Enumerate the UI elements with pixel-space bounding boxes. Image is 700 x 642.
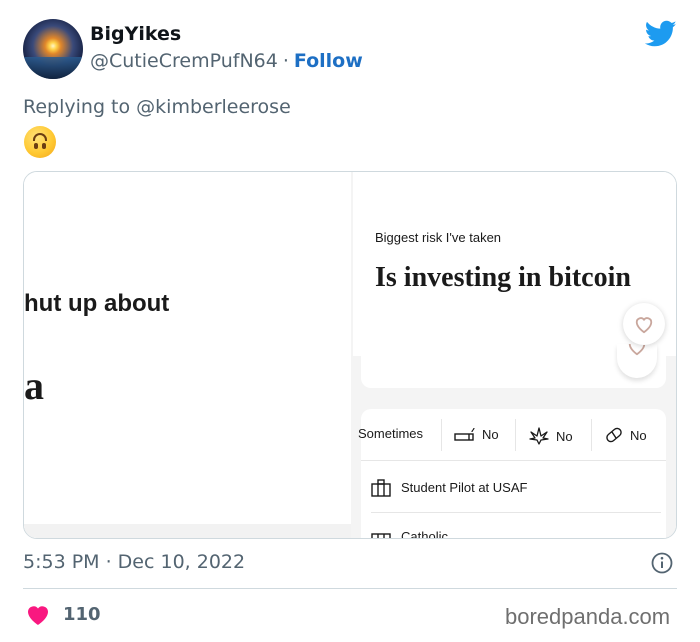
briefcase-icon — [371, 478, 391, 497]
vital-label: No — [630, 427, 647, 443]
separator: · — [282, 50, 289, 72]
vitals-card: Sometimes No No No Student Pilot at USAF… — [358, 409, 666, 539]
left-caption-2: a — [24, 363, 44, 408]
vital-label: No — [482, 426, 499, 442]
vital-separator — [515, 419, 516, 451]
reply-context[interactable]: Replying to @kimberleerose — [23, 96, 291, 118]
like-button — [623, 303, 665, 345]
vital-smoking: No — [454, 426, 499, 442]
handle[interactable]: @CutieCremPufN64 — [90, 50, 278, 72]
handle-row: @CutieCremPufN64 · Follow — [90, 50, 363, 72]
vital-cannabis: No — [528, 426, 573, 446]
left-bottom-strip — [24, 524, 351, 538]
vitals-row: Sometimes No No No — [358, 409, 666, 461]
left-caption-1: hut up about — [24, 290, 170, 317]
info-icon[interactable] — [651, 552, 673, 574]
upside-down-face-icon — [24, 126, 56, 158]
watermark: boredpanda.com — [505, 604, 671, 629]
vital-drugs: No — [604, 426, 647, 444]
follow-button[interactable]: Follow — [294, 50, 363, 72]
smoking-icon — [454, 427, 475, 441]
heart-icon[interactable] — [26, 604, 50, 626]
heart-outline-icon — [635, 317, 653, 334]
vital-separator — [591, 419, 592, 451]
church-icon — [371, 533, 391, 538]
vital-separator — [441, 419, 442, 451]
media-right-panel: Biggest risk I've taken Is investing in … — [351, 172, 676, 539]
media-left-panel: hut up about a — [24, 172, 351, 538]
vital-label: No — [556, 428, 573, 444]
cannabis-icon — [529, 427, 549, 445]
info-row-religion: Catholic — [371, 515, 661, 539]
heart-outline-icon — [628, 344, 646, 356]
divider — [23, 588, 677, 589]
vital-label: Sometimes — [358, 426, 424, 441]
like-count[interactable]: 110 — [63, 604, 101, 625]
timestamp[interactable]: 5:53 PM · Dec 10, 2022 — [23, 551, 245, 573]
info-row-job: Student Pilot at USAF — [371, 463, 661, 513]
info-label: Student Pilot at USAF — [401, 480, 528, 495]
vital-drinking: Sometimes — [358, 426, 423, 441]
avatar[interactable] — [23, 19, 83, 79]
prompt-label: Biggest risk I've taken — [375, 230, 502, 245]
prompt-answer: Is investing in bitcoin — [375, 262, 631, 293]
pill-icon — [606, 427, 622, 443]
media-image[interactable]: hut up about a Biggest risk I've taken I… — [23, 171, 677, 539]
info-label: Catholic — [401, 529, 448, 539]
twitter-bird-icon[interactable] — [645, 20, 677, 48]
display-name[interactable]: BigYikes — [90, 23, 181, 45]
